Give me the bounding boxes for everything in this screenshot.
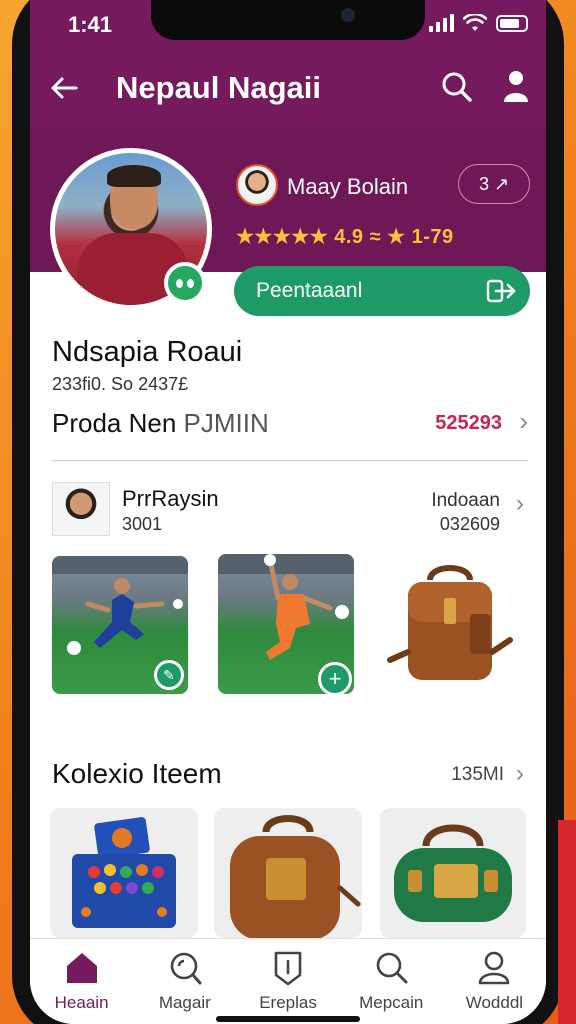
nav-label: Mepcain [359, 993, 424, 1012]
collection-title: Kolexio Iteem [52, 758, 222, 789]
edit-icon[interactable]: ✎ [154, 660, 184, 690]
nav-label: Heaain [54, 993, 109, 1012]
green-bag-image [394, 824, 512, 922]
home-indicator[interactable] [216, 1016, 360, 1022]
leather-bag-image [230, 815, 361, 938]
bottom-nav: Heaain Magair Ereplas Mepcain Wodddl [30, 938, 546, 1024]
nav-label: Ereplas [259, 993, 317, 1012]
secondary-avatar[interactable] [236, 164, 278, 206]
nav-label: Magair [158, 993, 211, 1012]
media-card-kick[interactable]: ✎ [52, 556, 188, 694]
product-label-suffix: PJMIIN [183, 408, 269, 438]
profile-icon [479, 951, 510, 985]
secondary-name: Maay Bolain [287, 174, 409, 199]
divider [52, 460, 528, 461]
phone-screen: 1:41 Nepaul Nagaii Maay Bolain 3 ↗ ★★★★★… [30, 0, 546, 1024]
shield-icon [274, 951, 302, 986]
chevron-right-icon[interactable]: › [516, 760, 524, 788]
home-icon [66, 953, 97, 983]
product-row[interactable]: Proda Nen PJMIIN 525293 › [52, 406, 528, 442]
battery-icon [496, 15, 528, 32]
chevron-right-icon: › [519, 406, 528, 436]
search-icon [376, 952, 408, 984]
product-label: Proda Nen PJMIIN [52, 408, 269, 439]
player-thumbnail[interactable] [52, 482, 110, 536]
player-right-label: Indoaan [431, 490, 500, 511]
nav-search[interactable]: Mepcain [340, 939, 443, 1024]
rating-stars: ★★★★★ 4.9 ≈ ★ 1-79 [236, 226, 454, 248]
collection-item-satchel[interactable] [214, 808, 362, 938]
player-name: PrrRaysin [122, 486, 219, 511]
nav-label: Wodddl [465, 993, 524, 1012]
add-icon[interactable]: + [318, 662, 352, 694]
collection-count: 135MI [451, 764, 504, 785]
search-icon[interactable] [440, 70, 474, 104]
nav-shield[interactable]: Ereplas [236, 939, 339, 1024]
primary-action-label: Peentaaanl [256, 279, 363, 302]
share-arrow-icon [486, 279, 516, 303]
magnify-icon [170, 952, 202, 985]
background-accent [558, 820, 576, 1024]
camera-notch [151, 0, 425, 40]
back-arrow-icon[interactable] [48, 72, 80, 104]
section-title: Ndsapia Roaui [52, 336, 243, 368]
nav-profile[interactable]: Wodddl [443, 939, 546, 1024]
jewel-box-image [72, 817, 176, 928]
player-right-number: 032609 [439, 514, 500, 534]
primary-action-button[interactable]: Peentaaanl [234, 266, 530, 316]
section-subtitle: 233fi0. So 2437£ [52, 374, 189, 394]
product-value: 525293 [435, 412, 502, 434]
nav-home[interactable]: Heaain [30, 939, 133, 1024]
status-icons [429, 14, 528, 32]
follow-pill-button[interactable]: 3 ↗ [458, 164, 530, 204]
page-title: Nepaul Nagaii [116, 70, 321, 105]
wifi-icon [463, 14, 487, 31]
collection-item-duffel[interactable] [380, 808, 526, 938]
camera-icon [341, 8, 355, 22]
nav-magnify[interactable]: Magair [133, 939, 236, 1024]
status-time: 1:41 [68, 12, 113, 37]
player-number: 3001 [122, 514, 163, 534]
user-icon[interactable] [500, 68, 532, 104]
collection-item-box[interactable] [50, 808, 198, 938]
chevron-right-icon[interactable]: › [516, 490, 524, 518]
signal-icon [429, 14, 454, 32]
leather-backpack-image[interactable] [386, 560, 514, 690]
media-card-celebrate[interactable]: + [218, 554, 354, 694]
chat-badge-icon[interactable] [164, 262, 206, 304]
product-label-main: Proda Nen [52, 408, 177, 438]
avatar-hair [107, 165, 161, 187]
